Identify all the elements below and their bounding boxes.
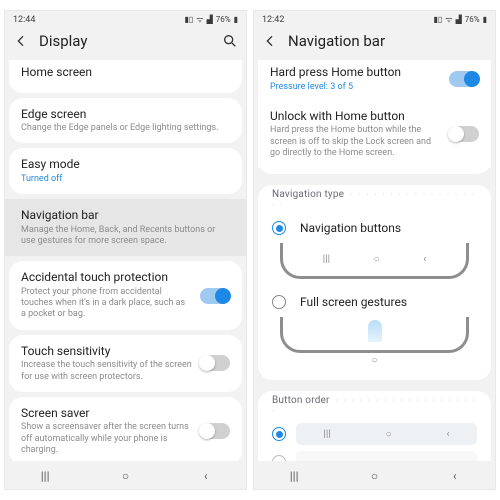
home-icon: ○	[386, 429, 392, 440]
item-navigation-bar[interactable]: Navigation bar Manage the Home, Back, an…	[5, 199, 246, 256]
appbar: Navigation bar	[254, 26, 495, 60]
item-label: Screen saver	[21, 406, 192, 422]
item-sub: Manage the Home, Back, and Recents butto…	[21, 225, 230, 248]
vibrate-icon: ▮▯	[184, 15, 193, 24]
nav-back[interactable]: ‹	[197, 469, 215, 483]
preview-full-gestures	[280, 317, 469, 353]
toggle-hard-press[interactable]	[449, 71, 479, 87]
wifi-icon: ᯤ	[196, 14, 203, 25]
nav-home[interactable]: ○	[116, 469, 134, 483]
button-order-option-2[interactable]	[258, 447, 491, 461]
status-bar: 12:42 ▮▯ ᯤ ▟ 76% ▮	[254, 11, 495, 26]
page-title: Display	[39, 32, 87, 50]
radio-nav-buttons[interactable]	[272, 221, 286, 235]
wifi-icon: ᯤ	[445, 14, 452, 25]
item-label: Accidental touch protection	[21, 270, 192, 286]
order-preview	[296, 451, 477, 461]
system-navbar: ||| ○ ‹	[254, 461, 495, 489]
back-glyph-icon: ‹	[447, 429, 450, 440]
settings-list: Hard press Home button Pressure level: 3…	[254, 60, 495, 461]
battery-pct: 76%	[216, 15, 231, 24]
recents-icon: |||	[323, 429, 330, 440]
item-label: Hard press Home button	[270, 65, 441, 81]
preview-nav-buttons: ||| ○ ‹	[280, 243, 469, 279]
back-glyph-icon: ‹	[423, 254, 426, 265]
vibrate-icon: ▮▯	[433, 15, 442, 24]
item-easy-mode[interactable]: Easy mode Turned off	[9, 148, 242, 194]
nav-home[interactable]: ○	[365, 469, 383, 483]
gesture-indicator-icon	[368, 320, 382, 342]
clock: 12:42	[262, 15, 284, 25]
order-preview: ||| ○ ‹	[296, 423, 477, 445]
toggle-accidental-touch[interactable]	[200, 288, 230, 304]
item-sub: Turned off	[21, 174, 230, 185]
item-label: Home screen	[21, 65, 230, 81]
system-navbar: ||| ○ ‹	[5, 461, 246, 489]
item-label: Edge screen	[21, 107, 230, 123]
item-sub: Protect your phone from accidental touch…	[21, 287, 192, 321]
item-sub: Show a screensaver after the screen turn…	[21, 422, 192, 456]
back-icon[interactable]	[13, 33, 29, 49]
page-title: Navigation bar	[288, 32, 385, 50]
radio-order-2[interactable]	[272, 455, 286, 461]
item-label: Navigation bar	[21, 208, 230, 224]
button-order-option-1[interactable]: ||| ○ ‹	[258, 419, 491, 447]
item-label: Touch sensitivity	[21, 344, 192, 360]
status-icons: ▮▯ ᯤ ▟ 76% ▮	[184, 14, 238, 25]
item-label: Unlock with Home button	[270, 109, 441, 125]
radio-label: Navigation buttons	[300, 221, 401, 235]
item-sub: Change the Edge panels or Edge lighting …	[21, 123, 230, 134]
status-bar: 12:44 ▮▯ ᯤ ▟ 76% ▮	[5, 11, 246, 26]
toggle-screen-saver[interactable]	[200, 423, 230, 439]
settings-list: Home screen Edge screen Change the Edge …	[5, 60, 246, 461]
radio-full-gestures[interactable]	[272, 295, 286, 309]
item-home-screen[interactable]: Home screen	[9, 60, 242, 93]
back-icon[interactable]	[262, 33, 278, 49]
toggle-unlock-home[interactable]	[449, 126, 479, 142]
item-sub: Pressure level: 3 of 5	[270, 82, 441, 93]
item-sub: Increase the touch sensitivity of the sc…	[21, 360, 192, 383]
item-sub: Hard press the Home button while the scr…	[270, 125, 441, 159]
section-button-order: Button order· · · · · · · · · · · · · · …	[258, 391, 491, 419]
item-screen-saver[interactable]: Screen saver Show a screensaver after th…	[9, 397, 242, 461]
item-label: Easy mode	[21, 157, 230, 173]
radio-label: Full screen gestures	[300, 295, 407, 309]
recents-icon: |||	[323, 254, 330, 265]
item-edge-screen[interactable]: Edge screen Change the Edge panels or Ed…	[9, 98, 242, 144]
battery-icon: ▮	[483, 15, 487, 24]
gesture-home-icon: ○	[258, 355, 491, 366]
battery-icon: ▮	[234, 15, 238, 24]
nav-recents[interactable]: |||	[285, 469, 303, 483]
phone-left: 12:44 ▮▯ ᯤ ▟ 76% ▮ Display Home screen E…	[4, 10, 247, 490]
search-icon[interactable]	[222, 33, 238, 49]
option-full-gestures[interactable]: Full screen gestures	[258, 287, 491, 313]
phone-right: 12:42 ▮▯ ᯤ ▟ 76% ▮ Navigation bar Hard p…	[253, 10, 496, 490]
signal-icon: ▟	[207, 15, 213, 24]
toggle-touch-sensitivity[interactable]	[200, 355, 230, 371]
nav-recents[interactable]: |||	[36, 469, 54, 483]
home-icon: ○	[374, 254, 380, 265]
clock: 12:44	[13, 15, 35, 25]
item-accidental-touch[interactable]: Accidental touch protection Protect your…	[9, 261, 242, 329]
item-hard-press[interactable]: Hard press Home button Pressure level: 3…	[258, 60, 491, 105]
battery-pct: 76%	[465, 15, 480, 24]
section-nav-type: Navigation type· · · · · · · · · · · · ·…	[258, 185, 491, 213]
item-unlock-home[interactable]: Unlock with Home button Hard press the H…	[258, 105, 491, 168]
status-icons: ▮▯ ᯤ ▟ 76% ▮	[433, 14, 487, 25]
appbar: Display	[5, 26, 246, 60]
item-touch-sensitivity[interactable]: Touch sensitivity Increase the touch sen…	[9, 335, 242, 392]
signal-icon: ▟	[456, 15, 462, 24]
option-nav-buttons[interactable]: Navigation buttons	[258, 213, 491, 239]
radio-order-1[interactable]	[272, 427, 286, 441]
nav-back[interactable]: ‹	[446, 469, 464, 483]
